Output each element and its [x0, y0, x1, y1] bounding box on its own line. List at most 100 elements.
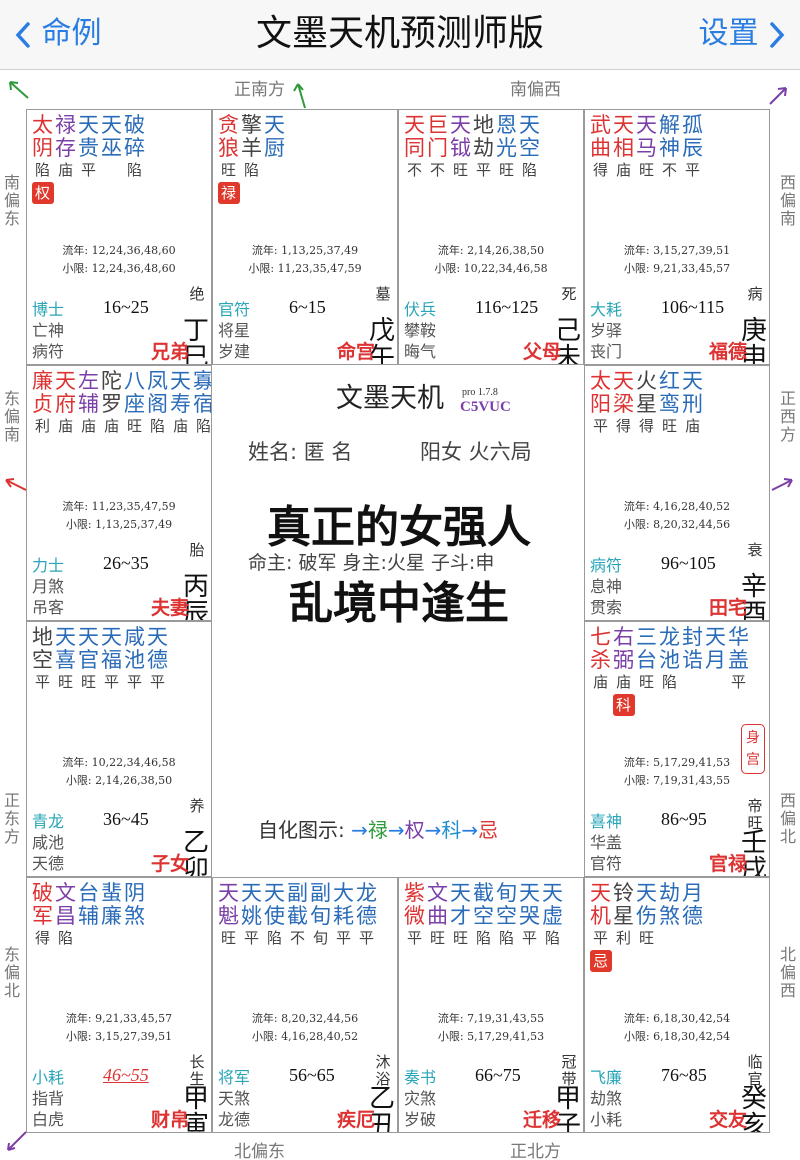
star[interactable]: 紫微平 — [403, 882, 426, 948]
star[interactable]: 凤阁陷 — [146, 370, 169, 436]
palace-name[interactable]: 交友 — [695, 1109, 747, 1131]
palace-name[interactable]: 命宫 — [323, 341, 375, 363]
star[interactable]: 华盖平 — [727, 626, 750, 716]
palace-name[interactable]: 父母 — [509, 341, 561, 363]
star[interactable]: 天空陷 — [518, 114, 541, 180]
star[interactable]: 武曲得 — [589, 114, 612, 180]
palace-cell-you[interactable]: 太阳平天梁得火星得红鸾旺天刑庙流年: 4,16,28,40,52 小限: 8,20… — [584, 365, 770, 621]
star[interactable]: 文昌陷 — [54, 882, 77, 948]
star[interactable]: 天马旺 — [635, 114, 658, 180]
star[interactable]: 副旬旬 — [309, 882, 332, 948]
star[interactable]: 文曲旺 — [426, 882, 449, 948]
star[interactable]: 大耗平 — [332, 882, 355, 948]
star[interactable]: 恩光旺 — [495, 114, 518, 180]
palace-name[interactable]: 迁移 — [509, 1109, 561, 1131]
star[interactable]: 天同不 — [403, 114, 426, 180]
palace-name[interactable]: 福德 — [695, 341, 747, 363]
star[interactable]: 龙德平 — [355, 882, 378, 948]
palace-name[interactable]: 官禄 — [695, 853, 747, 875]
star[interactable]: 天月 — [704, 626, 727, 716]
star[interactable]: 巨门不 — [426, 114, 449, 180]
star[interactable]: 副截不 — [286, 882, 309, 948]
palace-cell-zi[interactable]: 紫微平文曲旺天才旺截空陷旬空陷天哭平天虚陷流年: 7,19,31,43,55 小限… — [398, 877, 584, 1133]
star[interactable]: 孤辰平 — [681, 114, 704, 180]
star[interactable]: 地空平 — [31, 626, 54, 692]
star[interactable]: 天姚平 — [240, 882, 263, 948]
life-stage: 病 — [747, 285, 763, 303]
palace-cell-chou[interactable]: 天魁旺天姚平天使陷副截不副旬旬大耗平龙德平流年: 8,20,32,44,56 小限… — [212, 877, 398, 1133]
star[interactable]: 天寿庙 — [169, 370, 192, 436]
star[interactable]: 天贵平 — [77, 114, 100, 204]
star[interactable]: 寡宿陷 — [192, 370, 211, 436]
star[interactable]: 天机平忌 — [589, 882, 612, 972]
star[interactable]: 天哭平 — [518, 882, 541, 948]
palace-cell-chen[interactable]: 廉贞利天府庙左辅庙陀罗庙八座旺凤阁陷天寿庙寡宿陷年解庙流年: 11,23,35,… — [26, 365, 212, 621]
star[interactable]: 左辅庙 — [77, 370, 100, 436]
star[interactable]: 禄存庙 — [54, 114, 77, 204]
star[interactable]: 天使陷 — [263, 882, 286, 948]
palace-cell-shen[interactable]: 武曲得天相庙天马旺解神不孤辰平流年: 3,15,27,39,51 小限: 9,21… — [584, 109, 770, 365]
star[interactable]: 天伤旺 — [635, 882, 658, 972]
star[interactable]: 封诰 — [681, 626, 704, 716]
palace-cell-wei[interactable]: 天同不巨门不天钺旺地劫平恩光旺天空陷流年: 2,14,26,38,50 小限: 1… — [398, 109, 584, 365]
star[interactable]: 天虚陷 — [541, 882, 564, 948]
star[interactable]: 天钺旺 — [449, 114, 472, 180]
palace-cell-xu[interactable]: 七杀庙右弼庙科三台旺龙池陷封诰天月华盖平身宫流年: 5,17,29,41,53 小… — [584, 621, 770, 877]
star[interactable]: 龙池陷 — [658, 626, 681, 716]
star-brightness: 得 — [638, 417, 654, 435]
star[interactable]: 廉贞利 — [31, 370, 54, 436]
palace-name[interactable]: 兄弟 — [137, 341, 189, 363]
palace-name[interactable]: 疾厄 — [323, 1109, 375, 1131]
star[interactable]: 破碎陷 — [123, 114, 146, 204]
star[interactable]: 截空陷 — [472, 882, 495, 948]
star[interactable]: 破军得 — [31, 882, 54, 948]
star[interactable]: 贪狼旺禄 — [217, 114, 240, 204]
palace-cell-hai[interactable]: 天机平忌铃星利天伤旺劫煞月德流年: 6,18,30,42,54 小限: 6,18,… — [584, 877, 770, 1133]
star[interactable]: 天梁得 — [612, 370, 635, 436]
palace-name[interactable]: 财帛 — [137, 1109, 189, 1131]
star[interactable]: 天才旺 — [449, 882, 472, 948]
liunian-text: 流年: 5,17,29,41,53 — [623, 756, 731, 769]
star[interactable]: 天喜旺 — [54, 626, 77, 692]
star[interactable]: 太阴陷权 — [31, 114, 54, 204]
palace-name[interactable]: 子女 — [137, 853, 189, 875]
palace-cell-mao[interactable]: 地空平天喜旺天官旺天福平咸池平天德平流年: 10,22,34,46,58 小限: … — [26, 621, 212, 877]
star-name: 破碎 — [124, 113, 145, 160]
star[interactable]: 天府庙 — [54, 370, 77, 436]
palace-name[interactable]: 田宅 — [695, 597, 747, 619]
app-version: pro 1.7.8 — [462, 387, 498, 398]
star[interactable]: 地劫平 — [472, 114, 495, 180]
star[interactable]: 陀罗庙 — [100, 370, 123, 436]
star[interactable]: 劫煞 — [658, 882, 681, 972]
star[interactable]: 八座旺 — [123, 370, 146, 436]
star[interactable]: 七杀庙 — [589, 626, 612, 716]
star[interactable]: 天巫 — [100, 114, 123, 204]
star[interactable]: 三台旺 — [635, 626, 658, 716]
star[interactable]: 天相庙 — [612, 114, 635, 180]
star[interactable]: 天厨 — [263, 114, 286, 204]
star[interactable]: 阴煞 — [123, 882, 146, 948]
star[interactable]: 天魁旺 — [217, 882, 240, 948]
palace-name[interactable]: 夫妻 — [137, 597, 189, 619]
star[interactable]: 月德 — [681, 882, 704, 972]
star[interactable]: 擎羊陷 — [240, 114, 263, 204]
star[interactable]: 天福平 — [100, 626, 123, 692]
star[interactable]: 右弼庙科 — [612, 626, 635, 716]
star[interactable]: 咸池平 — [123, 626, 146, 692]
star[interactable]: 太阳平 — [589, 370, 612, 436]
palace-cell-si[interactable]: 太阴陷权禄存庙天贵平天巫破碎陷流年: 12,24,36,48,60 小限: 12,… — [26, 109, 212, 365]
settings-button[interactable]: 设置 — [698, 14, 786, 54]
jiangqian-god: 白虎 — [32, 1110, 65, 1129]
star[interactable]: 蜚廉 — [100, 882, 123, 948]
star[interactable]: 台辅 — [77, 882, 100, 948]
palace-cell-wu[interactable]: 贪狼旺禄擎羊陷天厨流年: 1,13,25,37,49 小限: 11,23,35,4… — [212, 109, 398, 365]
star[interactable]: 旬空陷 — [495, 882, 518, 948]
star[interactable]: 铃星利 — [612, 882, 635, 972]
palace-cell-yin[interactable]: 破军得文昌陷台辅蜚廉阴煞流年: 9,21,33,45,57 小限: 3,15,27… — [26, 877, 212, 1133]
star[interactable]: 火星得 — [635, 370, 658, 436]
star[interactable]: 天德平 — [146, 626, 169, 692]
star[interactable]: 天刑庙 — [681, 370, 704, 436]
star[interactable]: 解神不 — [658, 114, 681, 180]
star[interactable]: 红鸾旺 — [658, 370, 681, 436]
star[interactable]: 天官旺 — [77, 626, 100, 692]
